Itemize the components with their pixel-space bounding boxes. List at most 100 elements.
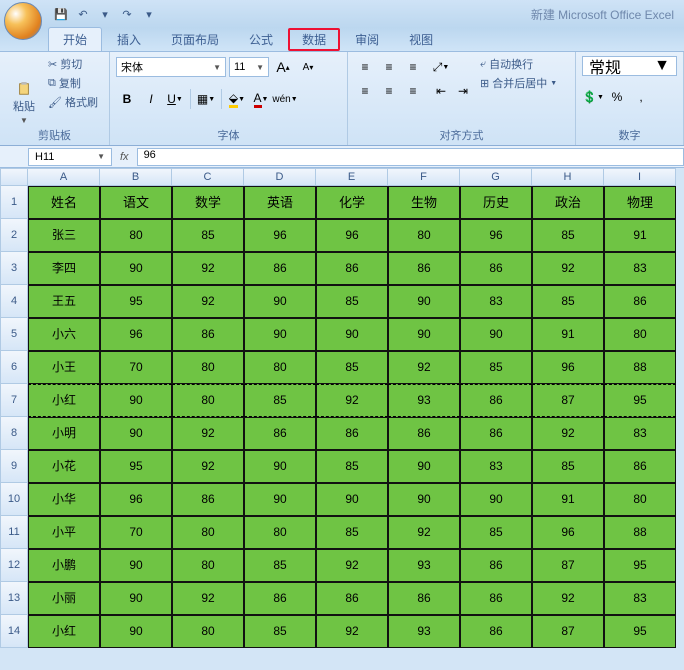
cell[interactable]: 95 [604,384,676,417]
fill-color-button[interactable]: ⬙▼ [226,88,248,110]
cell[interactable]: 生物 [388,186,460,219]
cell[interactable]: 92 [532,417,604,450]
row-header[interactable]: 10 [0,483,28,516]
cell[interactable]: 86 [460,549,532,582]
cell[interactable]: 92 [316,615,388,648]
tab-插入[interactable]: 插入 [102,27,156,51]
cell[interactable]: 80 [172,549,244,582]
cell[interactable]: 86 [604,450,676,483]
cell[interactable]: 87 [532,549,604,582]
cell[interactable]: 92 [172,252,244,285]
grow-font-button[interactable]: A▴ [272,56,294,78]
cell[interactable]: 87 [532,384,604,417]
office-button[interactable] [4,2,42,40]
cell[interactable]: 93 [388,384,460,417]
row-header[interactable]: 6 [0,351,28,384]
worksheet-grid[interactable]: ABCDEFGHI 1姓名语文数学英语化学生物历史政治物理2张三80859696… [0,168,684,648]
cell[interactable]: 70 [100,516,172,549]
row-header[interactable]: 11 [0,516,28,549]
cell[interactable]: 86 [244,417,316,450]
cell[interactable]: 86 [460,582,532,615]
cell[interactable]: 96 [100,483,172,516]
cell[interactable]: 语文 [100,186,172,219]
cell[interactable]: 李四 [28,252,100,285]
cell[interactable]: 小丽 [28,582,100,615]
cell[interactable]: 90 [388,318,460,351]
format-painter-button[interactable]: 🖌格式刷 [48,94,98,110]
shrink-font-button[interactable]: A▾ [297,56,319,78]
cell[interactable]: 85 [532,219,604,252]
cell[interactable]: 90 [316,318,388,351]
cell[interactable]: 88 [604,516,676,549]
cell[interactable]: 90 [100,384,172,417]
tab-数据[interactable]: 数据 [288,28,340,51]
cell[interactable]: 86 [460,417,532,450]
cell[interactable]: 张三 [28,219,100,252]
row-header[interactable]: 5 [0,318,28,351]
cell[interactable]: 86 [244,582,316,615]
cell[interactable]: 95 [604,549,676,582]
cell[interactable]: 80 [172,351,244,384]
align-middle-button[interactable]: ≡ [378,56,400,78]
tab-审阅[interactable]: 审阅 [340,27,394,51]
col-header[interactable]: I [604,168,676,186]
cell[interactable]: 80 [604,483,676,516]
cell[interactable]: 86 [388,417,460,450]
copy-button[interactable]: ⧉复制 [48,75,98,91]
col-header[interactable]: C [172,168,244,186]
cell[interactable]: 姓名 [28,186,100,219]
row-header[interactable]: 7 [0,384,28,417]
cell[interactable]: 小红 [28,615,100,648]
border-button[interactable]: ▦▼ [195,88,217,110]
cell[interactable]: 90 [100,549,172,582]
align-top-button[interactable]: ≡ [354,56,376,78]
cell[interactable]: 90 [100,582,172,615]
cell[interactable]: 86 [604,285,676,318]
cell[interactable]: 85 [316,516,388,549]
increase-indent-button[interactable]: ⇥ [452,80,474,102]
cell[interactable]: 93 [388,549,460,582]
cell[interactable]: 90 [100,615,172,648]
cell[interactable]: 80 [100,219,172,252]
paste-button[interactable]: 粘贴 [13,98,35,114]
cell[interactable]: 90 [460,483,532,516]
cell[interactable]: 86 [460,615,532,648]
cell[interactable]: 92 [172,285,244,318]
wrap-text-button[interactable]: ⤶自动换行 [480,56,557,72]
cell[interactable]: 96 [532,351,604,384]
cell[interactable]: 王五 [28,285,100,318]
cell[interactable]: 86 [316,582,388,615]
cell[interactable]: 85 [244,384,316,417]
undo-icon[interactable]: ↶ [74,5,92,23]
cell[interactable]: 92 [532,252,604,285]
cell[interactable]: 化学 [316,186,388,219]
cell[interactable]: 96 [460,219,532,252]
cell[interactable]: 86 [172,483,244,516]
orientation-button[interactable]: ⤢▼ [430,56,452,78]
cell[interactable]: 小明 [28,417,100,450]
cell[interactable]: 85 [532,450,604,483]
cell[interactable]: 数学 [172,186,244,219]
cell[interactable]: 86 [460,384,532,417]
tab-开始[interactable]: 开始 [48,27,102,51]
cell[interactable]: 小鹏 [28,549,100,582]
cell[interactable]: 92 [172,450,244,483]
tab-公式[interactable]: 公式 [234,27,288,51]
row-header[interactable]: 8 [0,417,28,450]
cell[interactable]: 85 [244,549,316,582]
cell[interactable]: 83 [460,450,532,483]
cell[interactable]: 92 [388,516,460,549]
align-right-button[interactable]: ≡ [402,80,424,102]
cell[interactable]: 85 [316,285,388,318]
cell[interactable]: 小红 [28,384,100,417]
align-center-button[interactable]: ≡ [378,80,400,102]
font-color-button[interactable]: A▼ [250,88,272,110]
cell[interactable]: 91 [532,483,604,516]
cell[interactable]: 86 [388,252,460,285]
chevron-down-icon[interactable]: ▼ [20,116,28,125]
cell[interactable]: 85 [316,450,388,483]
col-header[interactable]: D [244,168,316,186]
col-header[interactable]: A [28,168,100,186]
cell[interactable]: 83 [460,285,532,318]
cell[interactable]: 92 [172,417,244,450]
